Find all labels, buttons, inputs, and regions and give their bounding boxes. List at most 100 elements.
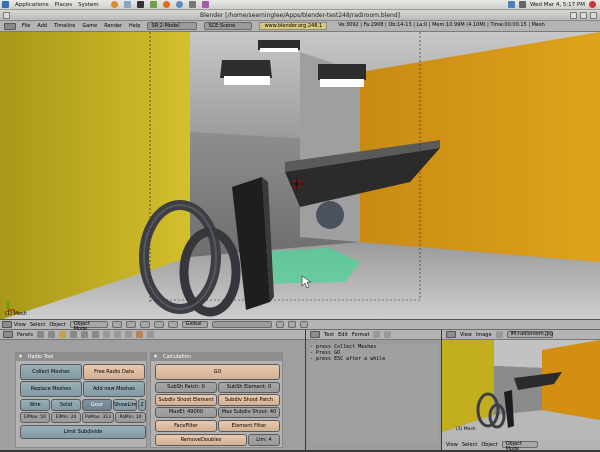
object-context-icon[interactable] <box>70 331 78 338</box>
menu-help[interactable]: Help <box>129 23 140 29</box>
element-filter-button[interactable]: Element Filter <box>218 420 280 432</box>
power-icon[interactable] <box>589 1 596 8</box>
face-filter-button[interactable]: FaceFilter <box>155 420 217 432</box>
remove-doubles-button[interactable]: RemoveDoubles <box>155 434 247 446</box>
menu-add[interactable]: Add <box>37 23 47 29</box>
view3d-menu-view[interactable]: View <box>14 322 26 328</box>
volume-icon[interactable] <box>518 1 526 8</box>
image-browse-icon[interactable] <box>495 331 503 338</box>
pivot-button[interactable] <box>125 321 136 328</box>
max-subdiv-shoot-field[interactable]: Max Subdiv Shoot: 40 <box>218 407 280 418</box>
world-subcontext-icon[interactable] <box>147 331 155 338</box>
transform-orientation-selector[interactable]: Global <box>181 321 208 328</box>
viewport-render[interactable] <box>0 32 600 320</box>
shading-context-icon[interactable] <box>59 331 67 338</box>
logic-context-icon[interactable] <box>37 331 45 338</box>
pamax-field[interactable]: PaMax: 313 <box>82 412 114 423</box>
menu-system[interactable]: System <box>78 2 99 8</box>
camera-icon[interactable] <box>188 1 196 8</box>
elmin-field[interactable]: ElMin: 20 <box>51 412 81 423</box>
go-button[interactable]: GO <box>155 364 280 380</box>
image-editor-icon[interactable] <box>446 331 456 338</box>
minimize-icon[interactable] <box>570 12 577 19</box>
scene-context-icon[interactable] <box>92 331 100 338</box>
add-new-meshes-button[interactable]: Add new Meshes <box>83 381 145 397</box>
subdiv-shoot-patch-button[interactable]: Subdiv Shoot Patch <box>218 394 280 406</box>
render-anim-icon[interactable] <box>299 321 308 328</box>
image-footer-mode[interactable]: Object Mode <box>501 441 538 452</box>
image-menu-image[interactable]: Image <box>476 332 492 338</box>
menu-places[interactable]: Places <box>55 2 73 8</box>
text-editor-icon[interactable] <box>310 331 320 338</box>
render-icon[interactable] <box>287 321 296 328</box>
menu-applications[interactable]: Applications <box>15 2 49 8</box>
menu-game[interactable]: Game <box>82 23 97 29</box>
script-context-icon[interactable] <box>48 331 56 338</box>
texture-subcontext-icon[interactable] <box>125 331 133 338</box>
maxel-field[interactable]: MaxEl: 49000 <box>155 407 217 418</box>
lock-icon[interactable] <box>275 321 284 328</box>
menu-render[interactable]: Render <box>104 23 122 29</box>
manipulator-hand-icon[interactable] <box>139 321 150 328</box>
lim-field[interactable]: Lim: 4 <box>248 434 280 446</box>
manipulator-rotate-icon[interactable] <box>167 321 178 328</box>
gnome-foot-icon[interactable] <box>2 1 9 8</box>
image-footer-select[interactable]: Select <box>462 442 477 448</box>
view3d-menu-select[interactable]: Select <box>30 322 45 328</box>
elmax-field[interactable]: ElMax: 50 <box>20 412 50 423</box>
subdiv-shoot-element-button[interactable]: Subdiv Shoot Element <box>155 394 217 406</box>
info-window-icon[interactable] <box>4 23 16 30</box>
draw-type-button[interactable] <box>111 321 122 328</box>
text-menu-format[interactable]: Format <box>352 332 370 338</box>
replace-meshes-button[interactable]: Replace Meshes <box>20 381 82 397</box>
text-menu-edit[interactable]: Edit <box>338 332 348 338</box>
image-footer-view[interactable]: View <box>446 442 458 448</box>
3d-viewport[interactable]: (1) Mesh <box>0 32 600 320</box>
draw-wire-button[interactable]: Wire <box>20 399 50 411</box>
chat-icon[interactable] <box>175 1 183 8</box>
fullscreen-icon[interactable] <box>373 331 381 338</box>
text-menu-text[interactable]: Text <box>324 332 334 338</box>
buttons-editor-icon[interactable] <box>3 331 13 338</box>
pamin-field[interactable]: PaMin: 10 <box>115 412 146 423</box>
mode-selector[interactable]: Object Mode <box>69 321 108 332</box>
close-icon[interactable] <box>590 12 597 19</box>
view3d-menu-object[interactable]: Object <box>49 322 65 328</box>
music-icon[interactable] <box>201 1 209 8</box>
calculation-title[interactable]: Calculation <box>151 353 282 361</box>
subsh-patch-field[interactable]: SubSh Patch: 0 <box>155 382 217 393</box>
free-radio-data-button[interactable]: Free Radio Data <box>83 364 145 380</box>
lamp-subcontext-icon[interactable] <box>103 331 111 338</box>
show-z-button[interactable]: Z <box>138 399 146 411</box>
draw-solid-button[interactable]: Solid <box>51 399 81 411</box>
image-footer-object[interactable]: Object <box>481 442 497 448</box>
show-lim-button[interactable]: ShowLim <box>113 399 137 411</box>
screen-selector[interactable]: SR:2-Model <box>147 22 198 30</box>
manipulator-translate-icon[interactable] <box>153 321 164 328</box>
maximize-icon[interactable] <box>580 12 587 19</box>
limit-subdivide-button[interactable]: Limit Subdivide <box>20 425 146 439</box>
image-menu-view[interactable]: View <box>460 332 472 338</box>
text-body[interactable]: - press Collect Meshes - Press GO - pres… <box>310 344 438 444</box>
window-titlebar[interactable]: Blender [/home/seeminglee/Apps/blender-t… <box>0 10 600 21</box>
mail-icon[interactable] <box>123 1 131 8</box>
collect-meshes-button[interactable]: Collect Meshes <box>20 364 82 380</box>
clock-text[interactable]: Wed Mar 4, 5:17 PM <box>530 2 585 8</box>
editor-type-icon[interactable] <box>2 321 12 328</box>
terminal-icon[interactable] <box>136 1 144 8</box>
image-preview[interactable] <box>442 340 600 450</box>
panels-menu[interactable]: Panels <box>17 332 33 338</box>
menu-timeline[interactable]: Timeline <box>54 23 75 29</box>
image-name-field[interactable]: IM:radioroom.jpg <box>506 331 553 338</box>
radio-tool-title[interactable]: Radio Tool <box>16 353 146 361</box>
draw-gour-button[interactable]: Gour <box>82 399 112 411</box>
subsh-element-field[interactable]: SubSh Element: 0 <box>218 382 280 393</box>
scene-selector[interactable]: SCE:Scene <box>204 22 253 30</box>
line-numbers-icon[interactable] <box>384 331 392 338</box>
blender-launcher-icon[interactable] <box>162 1 170 8</box>
editor-icon[interactable] <box>149 1 157 8</box>
editing-context-icon[interactable] <box>81 331 89 338</box>
radio-subcontext-icon[interactable] <box>136 331 144 338</box>
layer-buttons[interactable] <box>211 321 272 328</box>
browser-icon[interactable] <box>110 1 118 8</box>
